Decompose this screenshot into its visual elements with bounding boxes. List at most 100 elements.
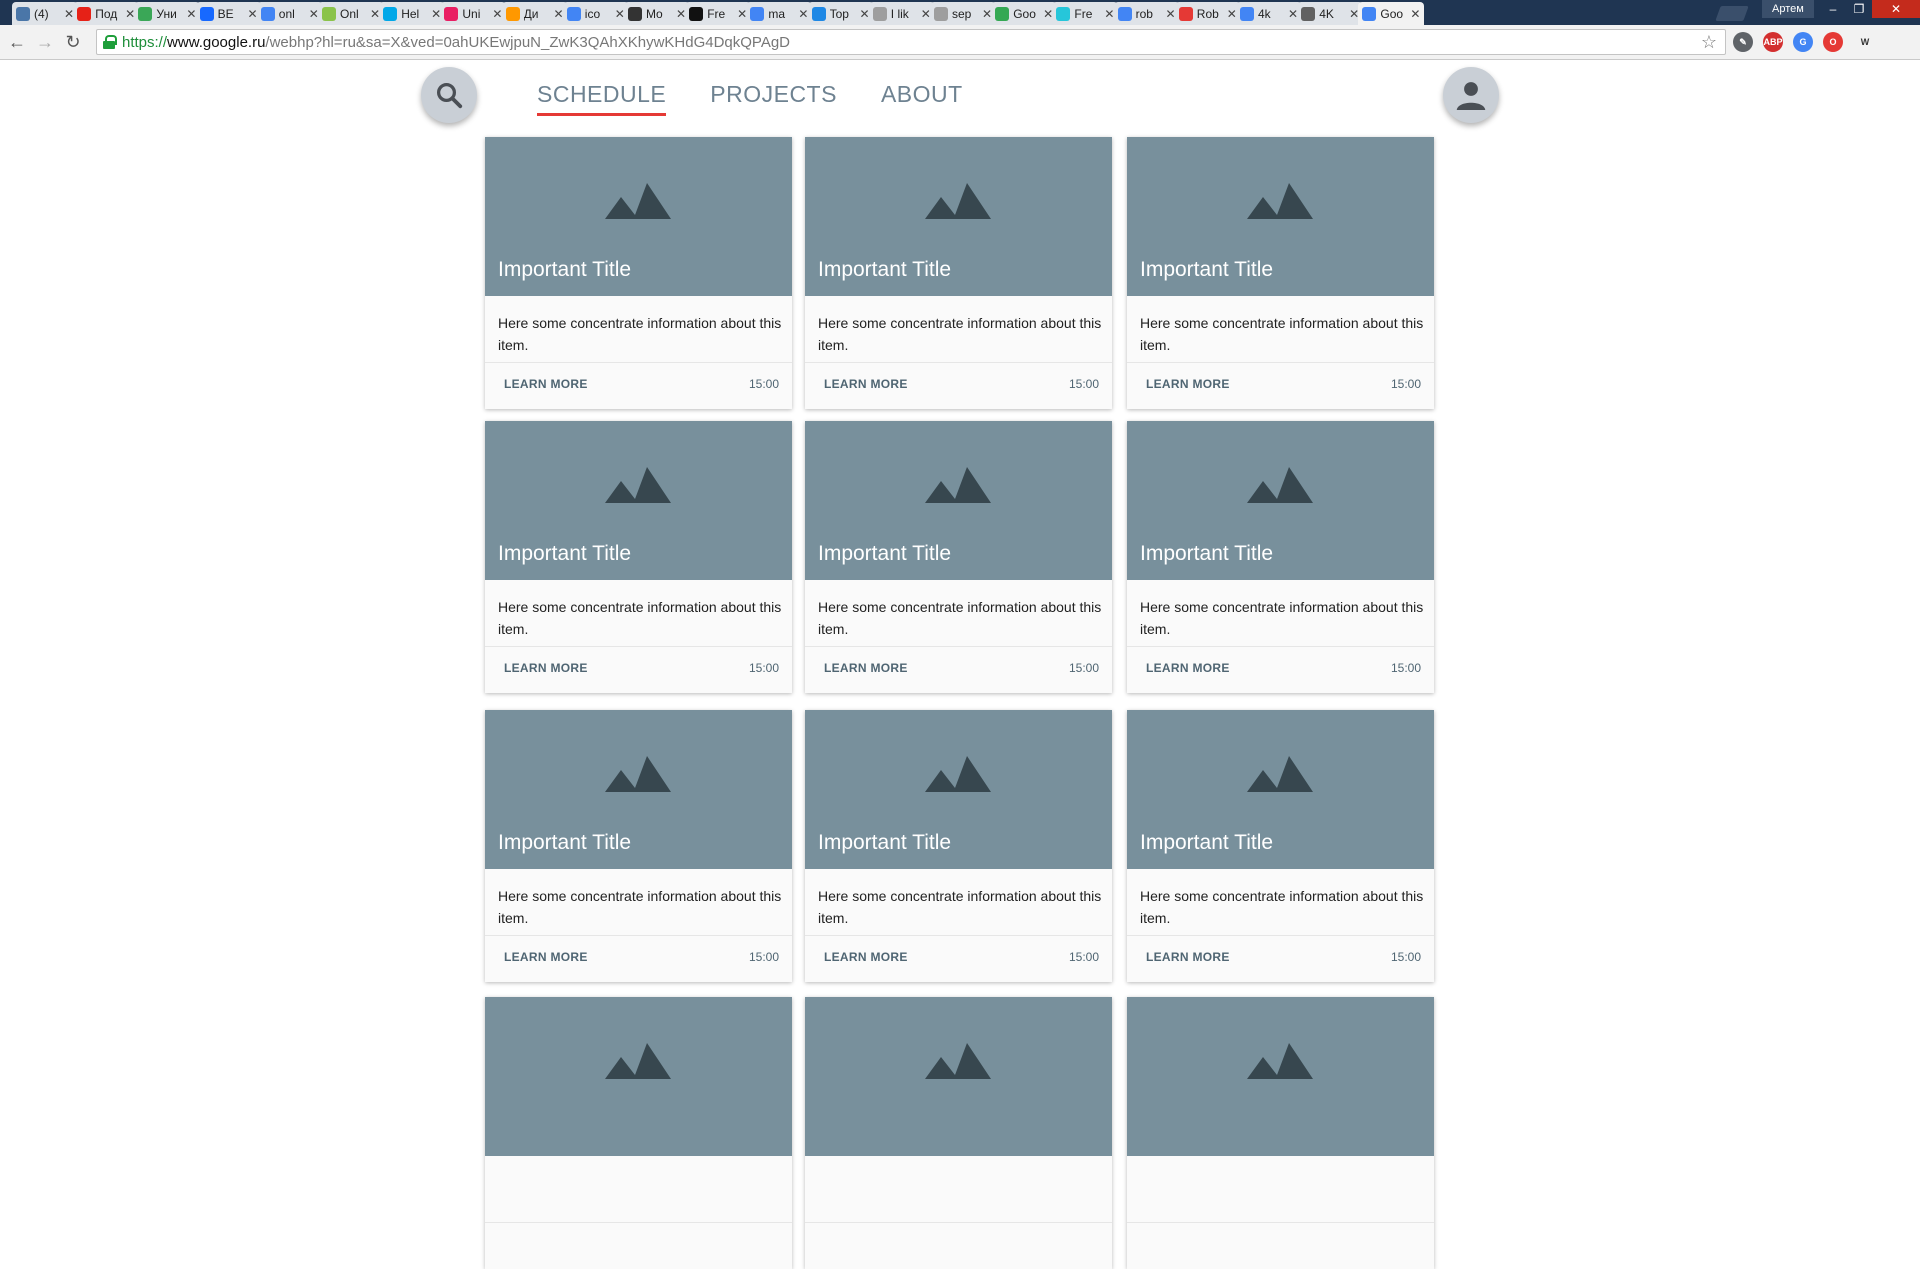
- card: Important Title Here some concentrate inf…: [485, 710, 792, 982]
- tab-favicon-icon: [566, 6, 581, 21]
- card-description: Here some concentrate information about …: [498, 888, 782, 926]
- learn-more-button[interactable]: LEARN MORE: [1146, 950, 1230, 964]
- minimize-button[interactable]: –: [1820, 0, 1846, 18]
- mountain-image-icon: [1247, 1043, 1313, 1079]
- browser-tab[interactable]: 4k ✕: [1236, 2, 1302, 25]
- browser-tab[interactable]: 4K ✕: [1297, 2, 1364, 25]
- reload-icon[interactable]: ↻: [62, 31, 84, 53]
- tab-close-icon[interactable]: ✕: [186, 7, 196, 21]
- tab-favicon-icon: [750, 6, 765, 21]
- browser-tab[interactable]: Под ✕: [73, 2, 140, 25]
- card: [805, 997, 1112, 1269]
- browser-tab[interactable]: Mo ✕: [624, 2, 690, 25]
- browser-tab[interactable]: Top ✕: [807, 2, 874, 25]
- tab-favicon-icon: [628, 6, 642, 21]
- forward-arrow-icon[interactable]: →: [34, 31, 56, 53]
- card-time: 15:00: [1390, 950, 1421, 964]
- card-description: Here some concentrate information about …: [1140, 888, 1424, 926]
- tab-close-icon[interactable]: ✕: [1104, 7, 1114, 21]
- tab-label: Goo: [1380, 6, 1404, 21]
- tab-label: Ди: [523, 6, 539, 21]
- learn-more-button[interactable]: LEARN MORE: [824, 377, 908, 391]
- adblock-plus-extension-icon[interactable]: ABP: [1763, 32, 1783, 52]
- card: [485, 997, 792, 1269]
- card-title: Important Title: [1140, 831, 1274, 854]
- browser-tab[interactable]: ico ✕: [562, 2, 629, 25]
- tab-label: Под: [95, 6, 118, 21]
- mountain-image-icon: [605, 467, 671, 503]
- card-media: Important Title: [1127, 710, 1434, 869]
- tab-label: BE: [217, 6, 234, 21]
- opera-extension-icon[interactable]: O: [1823, 32, 1843, 52]
- learn-more-button[interactable]: LEARN MORE: [504, 950, 588, 964]
- address-bar[interactable]: https:// www.google.ru /webhp?hl=ru&sa=X…: [96, 29, 1726, 55]
- browser-tab[interactable]: sep ✕: [930, 2, 996, 25]
- card-description: Here some concentrate information about …: [818, 315, 1102, 353]
- card-title: Important Title: [818, 831, 952, 854]
- avatar-button[interactable]: [1443, 67, 1499, 123]
- tab-projects[interactable]: PROJECTS: [710, 81, 837, 116]
- new-tab-button[interactable]: [1715, 6, 1749, 21]
- browser-tab[interactable]: Fre ✕: [1052, 2, 1119, 25]
- tab-favicon-icon: [995, 6, 1010, 21]
- browser-user-chip[interactable]: Артем: [1762, 0, 1814, 18]
- card-media: Important Title: [485, 137, 792, 296]
- tab-label: Goo: [1013, 6, 1036, 21]
- back-arrow-icon[interactable]: ←: [6, 31, 28, 53]
- tab-favicon-icon: [383, 6, 398, 21]
- browser-tab[interactable]: (4) ✕: [12, 2, 78, 25]
- card-divider: [485, 362, 792, 363]
- browser-tab[interactable]: Fre ✕: [685, 2, 752, 25]
- card-divider: [805, 362, 1112, 363]
- tab-close-icon[interactable]: ✕: [1410, 7, 1420, 21]
- browser-tab[interactable]: Ди ✕: [501, 2, 568, 25]
- browser-tab[interactable]: Уни ✕: [134, 2, 201, 25]
- search-button[interactable]: [421, 67, 477, 123]
- mountain-image-icon: [1247, 756, 1313, 792]
- browser-tab[interactable]: Uni ✕: [440, 2, 507, 25]
- card: Important Title Here some concentrate inf…: [485, 137, 792, 409]
- card-time: 15:00: [748, 661, 779, 675]
- tab-close-icon[interactable]: ✕: [798, 7, 808, 21]
- tab-label: 4k: [1258, 6, 1271, 21]
- tab-favicon-icon: [872, 6, 887, 21]
- card-title: Important Title: [818, 258, 952, 281]
- tab-label: 4K: [1319, 6, 1334, 21]
- card-media: Important Title: [1127, 421, 1434, 580]
- learn-more-button[interactable]: LEARN MORE: [1146, 377, 1230, 391]
- tab-about[interactable]: ABOUT: [881, 81, 963, 116]
- bookmark-star-icon[interactable]: ☆: [1701, 32, 1717, 53]
- close-window-button[interactable]: ✕: [1872, 0, 1920, 18]
- browser-tab[interactable]: BE ✕: [195, 2, 262, 25]
- card: Important Title Here some concentrate inf…: [485, 421, 792, 693]
- tab-close-icon[interactable]: ✕: [492, 7, 502, 21]
- browser-tab[interactable]: onl ✕: [256, 2, 323, 25]
- browser-tab[interactable]: rob ✕: [1113, 2, 1180, 25]
- card-description: Here some concentrate information about …: [1140, 315, 1424, 353]
- browser-tab[interactable]: Rob ✕: [1174, 2, 1241, 25]
- learn-more-button[interactable]: LEARN MORE: [824, 661, 908, 675]
- tab-favicon-icon: [138, 6, 153, 21]
- card: Important Title Here some concentrate inf…: [1127, 137, 1434, 409]
- learn-more-button[interactable]: LEARN MORE: [1146, 661, 1230, 675]
- main-nav: SCHEDULE PROJECTS ABOUT: [537, 81, 1007, 116]
- eyedropper-extension-icon[interactable]: ✎: [1733, 32, 1753, 52]
- tab-schedule[interactable]: SCHEDULE: [537, 81, 667, 116]
- browser-tab[interactable]: Goo ✕: [991, 2, 1058, 25]
- card-title: Important Title: [498, 831, 632, 854]
- tab-label: Onl: [340, 6, 359, 21]
- google-translate-extension-icon[interactable]: G: [1793, 32, 1813, 52]
- browser-tab[interactable]: Hel ✕: [379, 2, 446, 25]
- browser-tab[interactable]: Onl ✕: [318, 2, 384, 25]
- learn-more-button[interactable]: LEARN MORE: [824, 950, 908, 964]
- card: Important Title Here some concentrate inf…: [805, 137, 1112, 409]
- maximize-button[interactable]: ❐: [1846, 0, 1872, 18]
- learn-more-button[interactable]: LEARN MORE: [504, 661, 588, 675]
- browser-tab[interactable]: ma ✕: [746, 2, 813, 25]
- browser-tab[interactable]: Goo ✕: [1358, 2, 1425, 25]
- learn-more-button[interactable]: LEARN MORE: [504, 377, 588, 391]
- browser-tab[interactable]: I lik ✕: [868, 2, 935, 25]
- wikipedia-extension-icon[interactable]: W: [1855, 32, 1875, 52]
- card-time: 15:00: [1068, 950, 1099, 964]
- tab-label: I lik: [890, 6, 909, 21]
